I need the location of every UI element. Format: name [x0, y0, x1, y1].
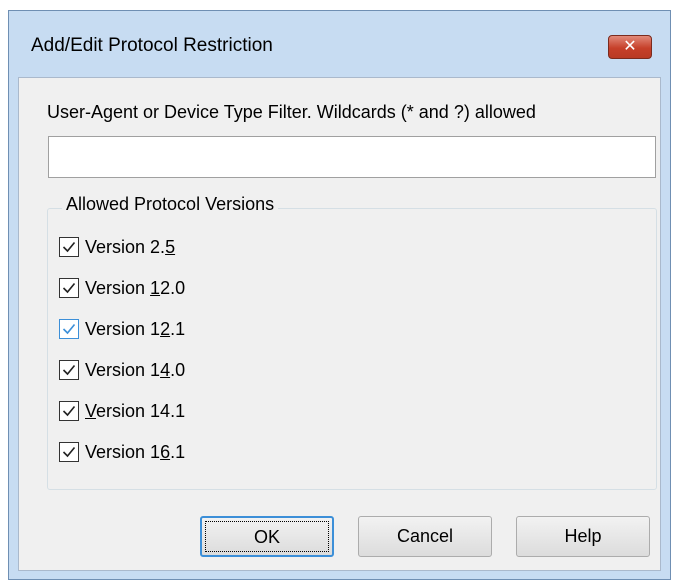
dialog-window: Add/Edit Protocol Restriction ✕ User-Age…: [8, 10, 671, 580]
help-label: Help: [564, 526, 602, 546]
ok-button[interactable]: OK: [200, 516, 334, 557]
checkbox-label: Version 12.0: [85, 277, 186, 298]
checkbox-version-12-0[interactable]: Version 12.0: [59, 275, 185, 301]
checkbox[interactable]: [59, 360, 79, 380]
checkbox-version-12-1[interactable]: Version 12.1: [59, 316, 185, 342]
help-button[interactable]: Help: [516, 516, 650, 557]
focus-rect: [205, 521, 329, 552]
checkbox-label: Version 2.5: [85, 236, 176, 257]
close-icon: ✕: [623, 38, 637, 55]
filter-input[interactable]: [48, 136, 656, 178]
checkbox[interactable]: [59, 278, 79, 298]
checkbox-version-2-5[interactable]: Version 2.5: [59, 234, 175, 260]
checkbox[interactable]: [59, 401, 79, 421]
checkbox[interactable]: [59, 237, 79, 257]
checkbox-version-16-1[interactable]: Version 16.1: [59, 439, 185, 465]
checkmark-icon: [62, 241, 76, 253]
checkmark-icon: [62, 364, 76, 376]
checkbox-version-14-1[interactable]: Version 14.1: [59, 398, 185, 424]
title-bar: Add/Edit Protocol Restriction ✕: [9, 11, 670, 77]
checkbox[interactable]: [59, 442, 79, 462]
checkbox-label: Version 16.1: [85, 441, 186, 462]
checkbox-label: Version 14.0: [85, 359, 186, 380]
dialog-title: Add/Edit Protocol Restriction: [31, 35, 273, 56]
checkbox-label: Version 14.1: [85, 400, 186, 421]
dialog-body: User-Agent or Device Type Filter. Wildca…: [18, 77, 661, 571]
checkmark-icon: [62, 405, 76, 417]
checkbox-version-14-0[interactable]: Version 14.0: [59, 357, 185, 383]
cancel-label: Cancel: [396, 526, 454, 546]
checkbox-label: Version 12.1: [85, 318, 186, 339]
checkmark-icon: [62, 446, 76, 458]
checkmark-icon: [62, 323, 76, 335]
checkmark-icon: [62, 282, 76, 294]
filter-label: User-Agent or Device Type Filter. Wildca…: [47, 102, 536, 122]
cancel-button[interactable]: Cancel: [358, 516, 492, 557]
close-button[interactable]: ✕: [608, 35, 652, 59]
checkbox[interactable]: [59, 319, 79, 339]
group-label: Allowed Protocol Versions: [62, 194, 279, 215]
